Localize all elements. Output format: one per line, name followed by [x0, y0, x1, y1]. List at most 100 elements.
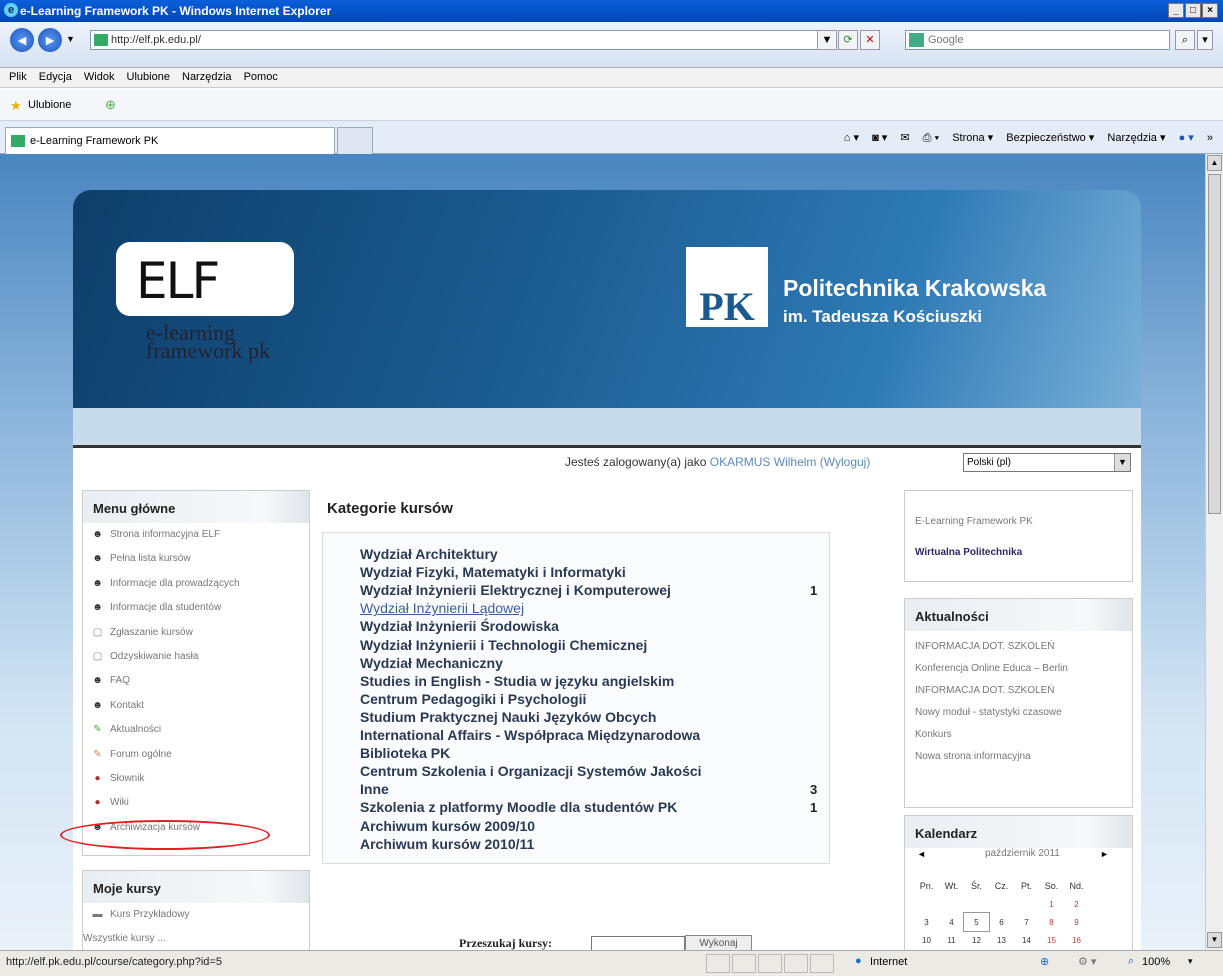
main-menu-item[interactable]: ☻ FAQ — [83, 669, 309, 693]
category-link[interactable]: Biblioteka PK — [360, 745, 450, 761]
vertical-scrollbar[interactable]: ▲ ▼ — [1205, 154, 1223, 950]
main-menu-item[interactable]: ✎ Forum ogólne — [83, 743, 309, 767]
favorites-button[interactable]: Ulubione — [28, 99, 71, 111]
scroll-up-icon[interactable]: ▲ — [1207, 155, 1222, 171]
calendar-day[interactable]: 2 — [1064, 895, 1089, 913]
history-dropdown-icon[interactable]: ▼ — [66, 34, 75, 44]
category-link[interactable]: Studies in English - Studia w języku ang… — [360, 673, 674, 689]
print-icon[interactable]: ⎙ ▾ — [923, 132, 939, 144]
calendar-day[interactable]: 10 — [914, 931, 939, 949]
calendar-day[interactable]: 13 — [989, 931, 1014, 949]
category-link[interactable]: Wydział Mechaniczny — [360, 655, 503, 671]
category-link[interactable]: Wydział Inżynierii Środowiska — [360, 618, 559, 634]
all-courses-link[interactable]: Wszystkie kursy ... — [83, 927, 309, 951]
tab-elf[interactable]: e-Learning Framework PK — [5, 127, 335, 154]
zoom-level[interactable]: 100% — [1142, 956, 1170, 968]
calendar-next-icon[interactable]: ► — [1100, 849, 1109, 859]
news-link[interactable]: Konferencja Online Educa – Berlin — [905, 662, 1132, 675]
category-link[interactable]: Inne — [360, 781, 389, 797]
main-menu-item[interactable]: ● Wiki — [83, 791, 309, 815]
main-menu-item[interactable]: ☻ Strona informacyjna ELF — [83, 523, 309, 547]
scroll-thumb[interactable] — [1208, 174, 1221, 514]
new-tab-button[interactable] — [337, 127, 373, 154]
news-link[interactable]: Nowy moduł - statystyki czasowe — [905, 706, 1132, 719]
menu-favorites[interactable]: Ulubione — [127, 68, 170, 87]
category-link[interactable]: Wydział Inżynierii i Technologii Chemicz… — [360, 637, 647, 653]
menu-view[interactable]: Widok — [84, 68, 115, 87]
help-icon[interactable]: ● ▾ — [1179, 132, 1194, 144]
mail-icon[interactable]: ✉ — [900, 132, 909, 144]
calendar-day[interactable]: 4 — [939, 913, 964, 931]
category-link[interactable]: International Affairs - Współpraca Międz… — [360, 727, 700, 743]
maximize-button[interactable]: □ — [1185, 3, 1201, 18]
stop-icon[interactable]: ✕ — [860, 30, 880, 50]
calendar-day[interactable]: 5 — [963, 912, 990, 932]
main-menu-item[interactable]: ☻ Pełna lista kursów — [83, 547, 309, 571]
category-link[interactable]: Wydział Inżynierii Lądowej — [360, 600, 524, 616]
calendar-day[interactable]: 7 — [1014, 913, 1039, 931]
search-options-icon[interactable]: ▾ — [1197, 30, 1213, 50]
category-link[interactable]: Szkolenia z platformy Moodle dla student… — [360, 799, 677, 815]
forward-button[interactable]: ► — [38, 28, 62, 52]
add-favorite-icon[interactable]: ⊕ — [105, 97, 116, 113]
page-menu[interactable]: Strona ▾ — [952, 132, 993, 144]
news-link[interactable]: Nowa strona informacyjna — [905, 750, 1132, 763]
calendar-day[interactable]: 16 — [1064, 931, 1089, 949]
menu-help[interactable]: Pomoc — [244, 68, 278, 87]
calendar-day[interactable]: 6 — [989, 913, 1014, 931]
menu-edit[interactable]: Edycja — [39, 68, 72, 87]
elf-logo[interactable]: ELF — [116, 242, 294, 316]
category-link[interactable]: Wydział Inżynierii Elektrycznej i Komput… — [360, 582, 671, 598]
back-button[interactable]: ◄ — [10, 28, 34, 52]
category-link[interactable]: Studium Praktycznej Nauki Języków Obcych — [360, 709, 656, 725]
close-button[interactable]: × — [1202, 3, 1218, 18]
search-input[interactable]: Google — [905, 30, 1170, 50]
main-menu-item[interactable]: ● Słownik — [83, 767, 309, 791]
main-menu-item[interactable]: ☻ Informacje dla studentów — [83, 596, 309, 620]
category-link[interactable]: Centrum Pedagogiki i Psychologii — [360, 691, 586, 707]
category-link[interactable]: Archiwum kursów 2010/11 — [360, 836, 534, 852]
calendar-prev-icon[interactable]: ◄ — [917, 849, 926, 859]
elf-link[interactable]: E-Learning Framework PK — [905, 515, 1132, 528]
calendar-day[interactable]: 8 — [1039, 913, 1064, 931]
menu-tools[interactable]: Narzędzia — [182, 68, 232, 87]
news-link[interactable]: Konkurs — [905, 728, 1132, 741]
menu-file[interactable]: Plik — [9, 68, 27, 87]
calendar-day[interactable]: 9 — [1064, 913, 1089, 931]
main-menu-item[interactable]: ▢ Odzyskiwanie hasła — [83, 645, 309, 669]
scroll-down-icon[interactable]: ▼ — [1207, 932, 1222, 948]
calendar-day[interactable]: 3 — [914, 913, 939, 931]
main-menu-item[interactable]: ▢ Zgłaszanie kursów — [83, 621, 309, 645]
calendar-day[interactable]: 15 — [1039, 931, 1064, 949]
calendar-day[interactable]: 1 — [1039, 895, 1064, 913]
calendar-day[interactable]: 12 — [964, 931, 989, 949]
more-chevron-icon[interactable]: » — [1207, 132, 1213, 144]
language-select[interactable]: Polski (pl) ▼ — [963, 453, 1131, 472]
user-profile-link[interactable]: OKARMUS Wilhelm — [710, 455, 817, 469]
address-input[interactable]: http://elf.pk.edu.pl/ — [90, 30, 830, 50]
main-menu-item[interactable]: ☻ Kontakt — [83, 694, 309, 718]
calendar-day[interactable]: 14 — [1014, 931, 1039, 949]
feeds-icon[interactable]: ◙ ▾ — [872, 132, 887, 144]
home-icon[interactable]: ⌂ ▾ — [844, 132, 859, 144]
zoom-dropdown-icon[interactable]: ▾ — [1188, 956, 1193, 967]
category-link[interactable]: Wydział Architektury — [360, 546, 498, 562]
tools-menu[interactable]: Narzędzia ▾ — [1107, 132, 1165, 144]
category-link[interactable]: Centrum Szkolenia i Organizacji Systemów… — [360, 763, 702, 779]
protected-mode-icon[interactable]: ⊕ — [1040, 955, 1049, 968]
logout-link[interactable]: (Wyloguj) — [820, 455, 871, 469]
virtual-pk-link[interactable]: Wirtualna Politechnika — [905, 546, 1132, 559]
calendar-day[interactable]: 11 — [939, 931, 964, 949]
news-link[interactable]: INFORMACJA DOT. SZKOLEŃ — [905, 684, 1132, 697]
search-icon[interactable]: ⌕ — [1175, 30, 1195, 50]
news-link[interactable]: INFORMACJA DOT. SZKOLEŃ — [905, 640, 1132, 653]
refresh-icon[interactable]: ⟳ — [838, 30, 858, 50]
tools-status-icon[interactable]: ⚙ ▾ — [1078, 955, 1096, 968]
category-link[interactable]: Archiwum kursów 2009/10 — [360, 818, 535, 834]
address-dropdown-icon[interactable]: ▼ — [817, 30, 837, 50]
main-menu-item[interactable]: ✎ Aktualności — [83, 718, 309, 742]
category-link[interactable]: Wydział Fizyki, Matematyki i Informatyki — [360, 564, 626, 580]
main-menu-item[interactable]: ☻ Informacje dla prowadzących — [83, 572, 309, 596]
safety-menu[interactable]: Bezpieczeństwo ▾ — [1006, 132, 1094, 144]
course-link[interactable]: ▬ Kurs Przykładowy — [83, 903, 309, 927]
